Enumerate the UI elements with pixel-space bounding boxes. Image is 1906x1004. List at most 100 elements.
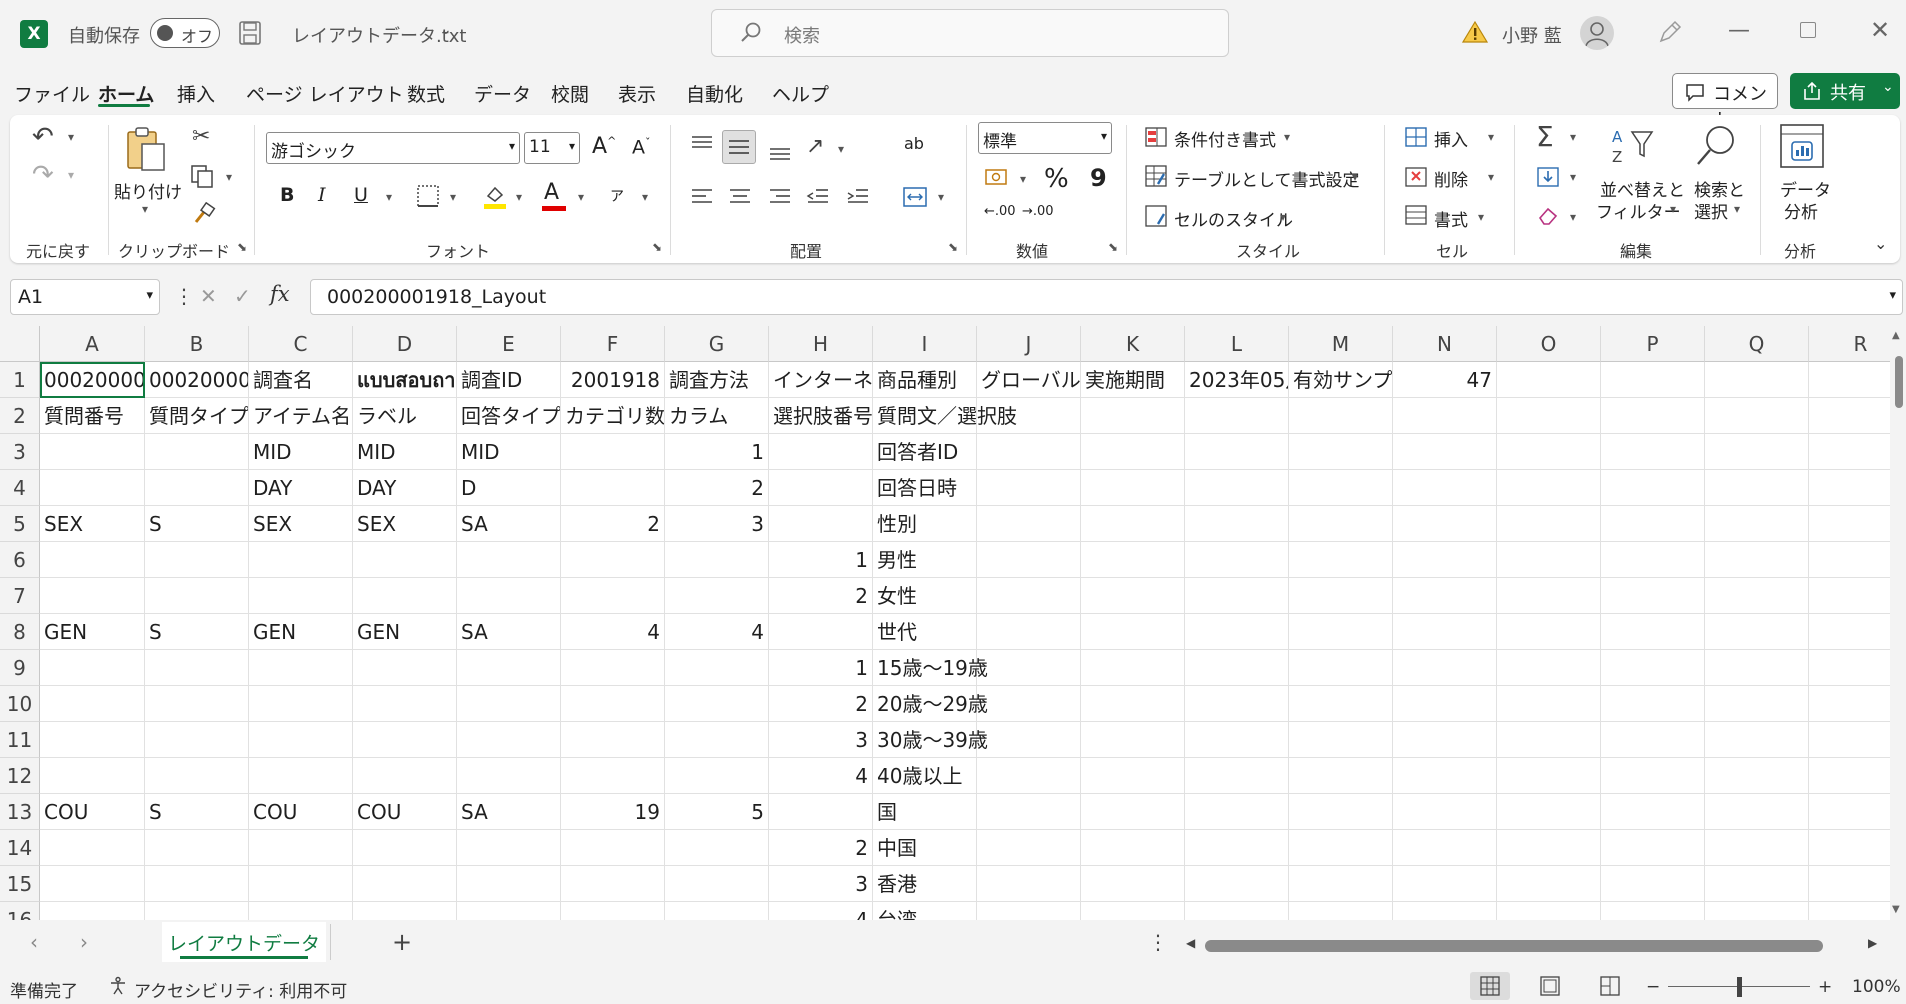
cell-l10[interactable] <box>1185 686 1289 722</box>
cell-g15[interactable] <box>665 866 769 902</box>
horizontal-scroll-thumb[interactable] <box>1205 940 1823 952</box>
cell-i12[interactable]: 40歳以上 <box>873 758 977 794</box>
cell-j1[interactable]: グローバル <box>977 362 1081 398</box>
normal-view-button[interactable] <box>1470 972 1510 1000</box>
row-header-6[interactable]: 6 <box>0 542 40 578</box>
dialog-launcher-icon[interactable]: ⬊ <box>948 240 958 254</box>
cell-p3[interactable] <box>1601 434 1705 470</box>
cell-q2[interactable] <box>1705 398 1809 434</box>
dialog-launcher-icon[interactable]: ⬊ <box>652 240 662 254</box>
find-select-icon[interactable] <box>1694 124 1738 172</box>
row-header-3[interactable]: 3 <box>0 434 40 470</box>
cell-o16[interactable] <box>1497 902 1601 920</box>
format-painter-icon[interactable] <box>192 201 216 230</box>
cell-b8[interactable]: S <box>145 614 249 650</box>
cell-h1[interactable]: インターネット <box>769 362 873 398</box>
cell-r15[interactable] <box>1809 866 1890 902</box>
cell-f16[interactable] <box>561 902 665 920</box>
cell-c1[interactable]: 調査名 <box>249 362 353 398</box>
find-select-label-2[interactable]: 選択 <box>1694 198 1728 223</box>
cell-a8[interactable]: GEN <box>40 614 145 650</box>
cell-c12[interactable] <box>249 758 353 794</box>
cell-n4[interactable] <box>1393 470 1497 506</box>
insert-cells-icon[interactable] <box>1404 126 1428 152</box>
cell-q8[interactable] <box>1705 614 1809 650</box>
table-format-label[interactable]: テーブルとして書式設定 <box>1174 166 1359 191</box>
delete-cells-label[interactable]: 削除 <box>1434 166 1468 191</box>
scroll-right-icon[interactable]: ▶ <box>1868 936 1877 950</box>
zoom-slider-thumb[interactable] <box>1737 977 1742 997</box>
cell-i16[interactable]: 台湾 <box>873 902 977 920</box>
cell-o5[interactable] <box>1497 506 1601 542</box>
cell-e6[interactable] <box>457 542 561 578</box>
cell-n10[interactable] <box>1393 686 1497 722</box>
cell-d2[interactable]: ラベル <box>353 398 457 434</box>
sort-filter-label-2[interactable]: フィルター <box>1596 198 1681 223</box>
fill-color-icon[interactable] <box>482 182 508 214</box>
row-header-7[interactable]: 7 <box>0 578 40 614</box>
chevron-down-icon[interactable]: ▾ <box>1570 170 1576 184</box>
cell-o4[interactable] <box>1497 470 1601 506</box>
redo-icon[interactable]: ↷ <box>32 160 54 190</box>
cell-g9[interactable] <box>665 650 769 686</box>
cell-h2[interactable]: 選択肢番号 <box>769 398 873 434</box>
cell-p8[interactable] <box>1601 614 1705 650</box>
tab-view[interactable]: 表示 <box>618 80 656 107</box>
increase-decimal-button[interactable]: ←.00 <box>984 204 1016 219</box>
cell-b11[interactable] <box>145 722 249 758</box>
cell-f8[interactable]: 4 <box>561 614 665 650</box>
row-header-12[interactable]: 12 <box>0 758 40 794</box>
cell-h9[interactable]: 1 <box>769 650 873 686</box>
cell-b2[interactable]: 質問タイプ <box>145 398 249 434</box>
page-layout-view-button[interactable] <box>1530 972 1570 1000</box>
cell-q9[interactable] <box>1705 650 1809 686</box>
more-options-icon[interactable]: ⋮ <box>174 284 194 308</box>
accessibility-status[interactable]: アクセシビリティ: 利用不可 <box>134 977 347 1002</box>
cell-a5[interactable]: SEX <box>40 506 145 542</box>
cell-i11[interactable]: 30歳～39歳 <box>873 722 988 758</box>
cell-f3[interactable] <box>561 434 665 470</box>
cell-d5[interactable]: SEX <box>353 506 457 542</box>
cell-h11[interactable]: 3 <box>769 722 873 758</box>
cell-i14[interactable]: 中国 <box>873 830 977 866</box>
cell-i3[interactable]: 回答者ID <box>873 434 977 470</box>
column-header-e[interactable]: E <box>457 326 561 362</box>
cell-e11[interactable] <box>457 722 561 758</box>
page-break-view-button[interactable] <box>1590 972 1630 1000</box>
chevron-down-icon[interactable]: ▾ <box>1280 210 1286 224</box>
row-header-1[interactable]: 1 <box>0 362 40 398</box>
cell-h10[interactable]: 2 <box>769 686 873 722</box>
column-header-f[interactable]: F <box>561 326 665 362</box>
chevron-down-icon[interactable]: ▾ <box>578 190 584 204</box>
tab-page-layout[interactable]: ページ レイアウト <box>246 80 404 107</box>
row-header-16[interactable]: 16 <box>0 902 40 920</box>
cell-f11[interactable] <box>561 722 665 758</box>
font-name-select[interactable]: 游ゴシック ▾ <box>266 132 520 164</box>
cell-r2[interactable] <box>1809 398 1890 434</box>
cell-a11[interactable] <box>40 722 145 758</box>
cell-h8[interactable] <box>769 614 873 650</box>
column-header-i[interactable]: I <box>873 326 977 362</box>
cell-d6[interactable] <box>353 542 457 578</box>
cell-m3[interactable] <box>1289 434 1393 470</box>
percent-button[interactable]: % <box>1044 164 1069 194</box>
cell-f4[interactable] <box>561 470 665 506</box>
cell-m14[interactable] <box>1289 830 1393 866</box>
cell-p7[interactable] <box>1601 578 1705 614</box>
save-icon[interactable] <box>238 20 262 46</box>
align-right-icon[interactable] <box>768 186 792 212</box>
cell-m11[interactable] <box>1289 722 1393 758</box>
cell-p9[interactable] <box>1601 650 1705 686</box>
decrease-indent-icon[interactable] <box>806 186 830 212</box>
warning-icon[interactable] <box>1461 20 1489 48</box>
cell-g11[interactable] <box>665 722 769 758</box>
font-color-button[interactable]: A <box>544 180 559 205</box>
format-cells-label[interactable]: 書式 <box>1434 206 1468 231</box>
cell-c5[interactable]: SEX <box>249 506 353 542</box>
cell-e2[interactable]: 回答タイプ <box>457 398 561 434</box>
cut-icon[interactable]: ✂ <box>192 124 210 149</box>
cell-g16[interactable] <box>665 902 769 920</box>
dialog-launcher-icon[interactable]: ⬊ <box>237 240 247 254</box>
cell-n6[interactable] <box>1393 542 1497 578</box>
cell-e14[interactable] <box>457 830 561 866</box>
